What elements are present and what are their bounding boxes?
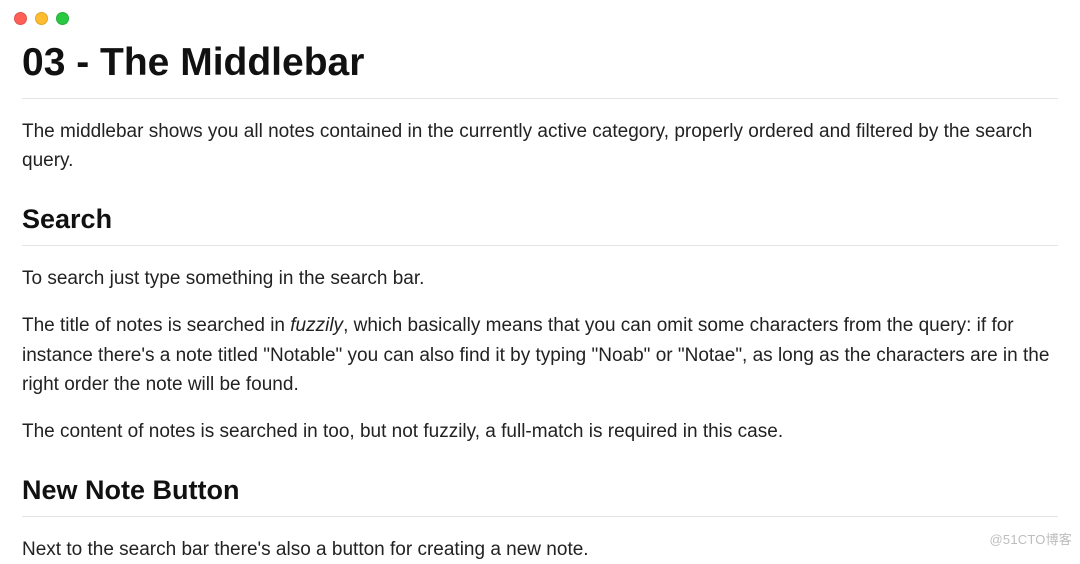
search-paragraph-1: To search just type something in the sea… <box>22 264 1058 293</box>
intro-paragraph: The middlebar shows you all notes contai… <box>22 117 1058 176</box>
minimize-icon[interactable] <box>35 12 48 25</box>
page-title: 03 - The Middlebar <box>22 39 1058 99</box>
watermark: @51CTO博客 <box>990 529 1072 548</box>
section-heading-new-note: New Note Button <box>22 473 1058 517</box>
search-paragraph-3: The content of notes is searched in too,… <box>22 417 1058 446</box>
maximize-icon[interactable] <box>56 12 69 25</box>
window-traffic-lights <box>0 0 1080 31</box>
text-prefix: The title of notes is searched in <box>22 315 290 336</box>
close-icon[interactable] <box>14 12 27 25</box>
document-content: 03 - The Middlebar The middlebar shows y… <box>0 39 1080 564</box>
new-note-paragraph-1: Next to the search bar there's also a bu… <box>22 535 1058 564</box>
search-paragraph-2: The title of notes is searched in fuzzil… <box>22 311 1058 399</box>
emphasis-fuzzily: fuzzily <box>290 315 343 336</box>
section-heading-search: Search <box>22 202 1058 246</box>
